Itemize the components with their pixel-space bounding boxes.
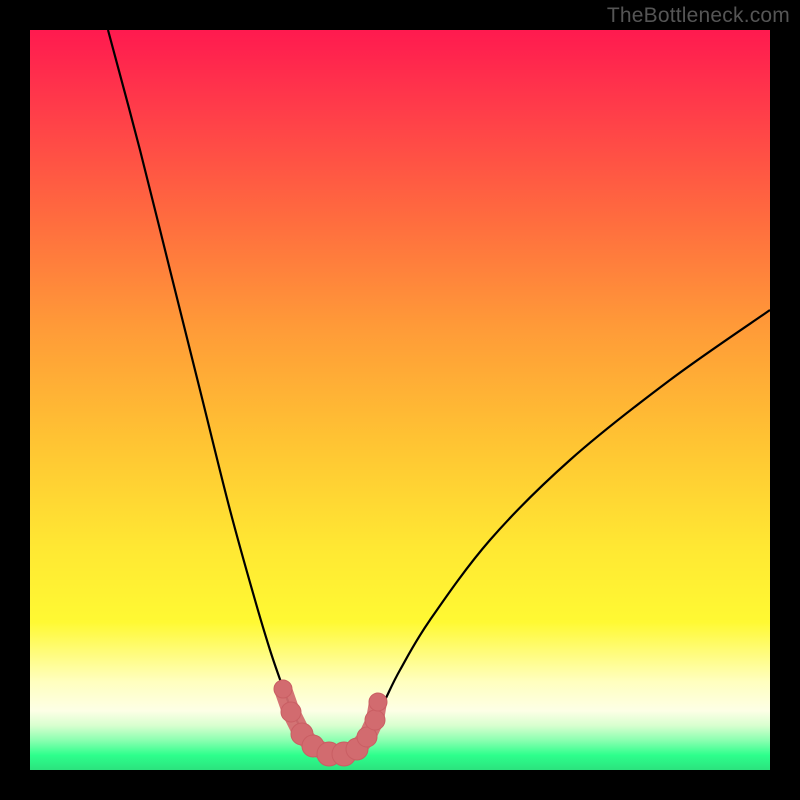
chart-plot-area [30, 30, 770, 770]
marker-dot [369, 693, 387, 711]
marker-dot [365, 710, 385, 730]
marker-dot [281, 702, 301, 722]
marker-dot [274, 680, 292, 698]
chart-svg [30, 30, 770, 770]
left-curve [108, 30, 350, 758]
right-curve [350, 310, 770, 757]
watermark-text: TheBottleneck.com [607, 4, 790, 28]
